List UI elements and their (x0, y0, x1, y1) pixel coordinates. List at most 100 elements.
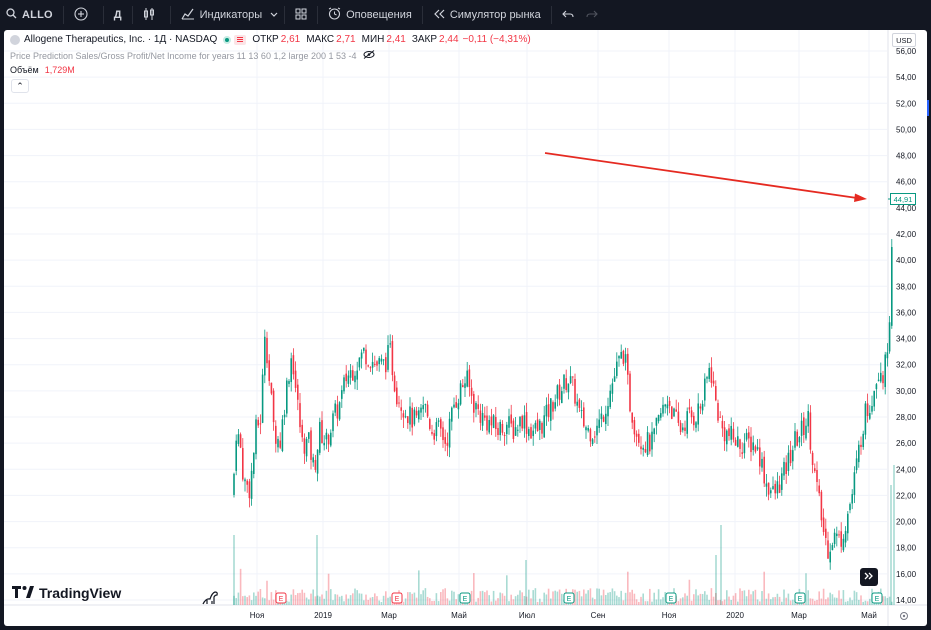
candle-body (602, 416, 605, 422)
indicator-legend[interactable]: Price Prediction Sales/Gross Profit/Net … (10, 50, 375, 61)
earnings-marker-label: E (279, 596, 284, 603)
volume-bar (360, 593, 363, 605)
candle-body (523, 415, 526, 429)
candle-body (239, 434, 242, 448)
candle-body (451, 407, 453, 422)
volume-bar (580, 596, 583, 605)
volume-bar (653, 592, 655, 605)
candle-body (371, 361, 374, 368)
volume-bar (332, 600, 334, 605)
compare-button[interactable] (68, 0, 99, 30)
volume-bar (448, 600, 451, 605)
collapse-legend-button[interactable]: ⌃ (11, 79, 29, 93)
volume-bar (822, 588, 825, 605)
volume-legend[interactable]: Объём 1,729M (10, 65, 75, 75)
candle-body (277, 438, 279, 448)
candle-body (875, 384, 878, 390)
candle-body (774, 483, 776, 494)
symbol-search[interactable]: ALLO (0, 0, 59, 30)
volume-bar (646, 601, 649, 605)
volume-bar (704, 591, 706, 605)
candle-body (429, 419, 431, 429)
candle-body (281, 419, 284, 451)
candle-body (365, 349, 367, 365)
volume-bar (556, 591, 559, 605)
volume-bar (708, 599, 710, 605)
earnings-marker-label: E (875, 596, 880, 603)
candle-body (303, 438, 306, 454)
candle-body (547, 404, 550, 418)
candle-body (554, 402, 556, 409)
candle-body (369, 367, 372, 369)
candle-body (622, 350, 625, 364)
candle-body (783, 461, 785, 476)
volume-bar (308, 599, 310, 605)
candle-body (653, 428, 655, 435)
scroll-to-realtime-button[interactable] (860, 568, 878, 586)
volume-bar (820, 598, 823, 605)
candle-body (459, 383, 462, 405)
volume-bar (609, 592, 611, 605)
eye-off-icon[interactable] (363, 50, 375, 61)
candle-body (479, 410, 482, 423)
series-title: Allogene Therapeutics, Inc. · 1Д · NASDA… (24, 34, 218, 45)
candle-body (481, 412, 484, 426)
volume-bar (451, 590, 453, 605)
candle-body (671, 406, 673, 419)
candle-body (770, 490, 772, 494)
volume-bar (720, 525, 722, 605)
candle-body (748, 432, 750, 439)
volume-bar (715, 555, 717, 605)
volume-bar (477, 597, 479, 605)
candle-body (710, 367, 713, 383)
settings-icon[interactable] (899, 611, 909, 624)
tradingview-logo[interactable]: TradingView (12, 585, 121, 601)
candle-body (510, 414, 512, 424)
volume-bar (299, 592, 301, 605)
undo-button[interactable] (556, 0, 580, 30)
volume-bar (541, 601, 543, 605)
volume-bar (635, 599, 638, 605)
volume-bar (591, 597, 594, 605)
candle-body (367, 365, 369, 367)
interval-button[interactable]: Д (108, 0, 128, 30)
candle-body (486, 415, 488, 431)
volume-bar (316, 535, 318, 605)
chart-pane[interactable]: 56,00 54,00 52,00 50,00 48,00 46,00 44,00 42,00… (4, 30, 927, 626)
indicator-title: Price Prediction Sales/Gross Profit/Net … (10, 50, 357, 61)
price-chart[interactable]: 56,00 54,00 52,00 50,00 48,00 46,00 44,00 42,00… (4, 30, 927, 626)
volume-bar (499, 592, 501, 605)
layout-button[interactable] (289, 0, 313, 30)
candle-body (631, 412, 633, 423)
volume-bar (587, 590, 589, 605)
indicators-dropdown[interactable] (268, 0, 280, 30)
dino-icon (201, 588, 219, 609)
volume-bar (869, 598, 871, 605)
alerts-button[interactable]: Оповещения (322, 0, 418, 30)
candle-body (352, 370, 354, 381)
candle-body (675, 409, 677, 412)
replay-button[interactable]: Симулятор рынка (427, 0, 547, 30)
price-tick-label: 52,00 (896, 99, 917, 108)
volume-bar (829, 592, 831, 605)
currency-button[interactable]: USD (892, 33, 916, 47)
volume-bar (552, 591, 554, 605)
candle-body (785, 462, 787, 475)
candle-body (343, 377, 345, 392)
volume-bar (855, 592, 858, 605)
candle-body (473, 394, 475, 413)
chart-style-button[interactable] (137, 0, 166, 30)
candle-body (347, 375, 350, 384)
volume-bar (717, 600, 719, 605)
volume-bar (686, 595, 688, 605)
volume-bar (510, 594, 512, 605)
volume-bar (842, 590, 845, 605)
redo-button[interactable] (580, 0, 604, 30)
price-tick-label: 14,00 (896, 596, 917, 605)
volume-bar (662, 597, 664, 605)
volume-bar (424, 588, 427, 605)
volume-bar (701, 594, 704, 605)
indicators-button[interactable]: Индикаторы (175, 0, 269, 30)
candle-body (532, 430, 534, 437)
candle-body (811, 452, 814, 466)
